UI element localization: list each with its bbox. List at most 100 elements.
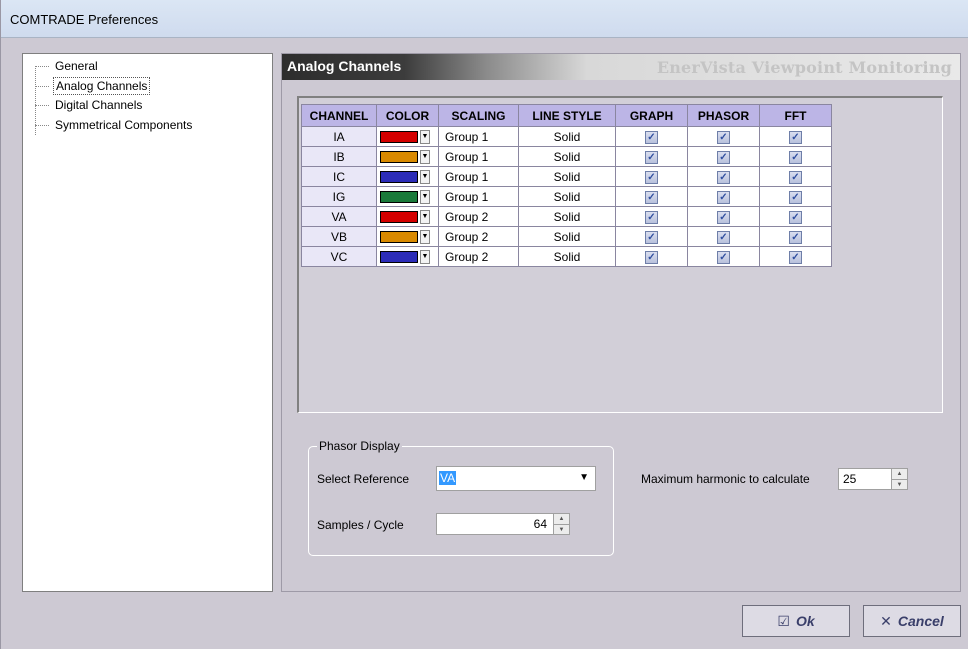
fft-cell: ✓	[759, 146, 832, 167]
chevron-down-icon[interactable]: ▼	[420, 129, 430, 144]
cancel-button[interactable]: ✕ Cancel	[863, 605, 961, 637]
table-row[interactable]: VB ▼ Group 2 Solid ✓ ✓ ✓	[301, 226, 832, 247]
phasor-checkbox[interactable]: ✓	[717, 210, 730, 224]
color-swatch[interactable]	[380, 250, 418, 263]
color-cell[interactable]: ▼	[376, 186, 439, 207]
color-cell[interactable]: ▼	[376, 226, 439, 247]
spin-up-icon[interactable]: ▲	[554, 514, 569, 524]
col-header-fft[interactable]: FFT	[759, 104, 832, 127]
chevron-down-icon[interactable]: ▼	[420, 249, 430, 264]
max-harmonic-spin-buttons[interactable]: ▲ ▼	[891, 469, 907, 489]
line-style-cell[interactable]: Solid	[518, 246, 616, 267]
table-row[interactable]: VA ▼ Group 2 Solid ✓ ✓ ✓	[301, 206, 832, 227]
scaling-cell[interactable]: Group 1	[438, 186, 519, 207]
max-harmonic-stepper[interactable]: 25 ▲ ▼	[838, 468, 908, 490]
scaling-cell[interactable]: Group 2	[438, 226, 519, 247]
tree-item-symmetrical-components[interactable]: Symmetrical Components	[53, 117, 194, 135]
spin-down-icon[interactable]: ▼	[554, 524, 569, 534]
graph-checkbox[interactable]: ✓	[645, 150, 658, 164]
graph-checkbox[interactable]: ✓	[645, 210, 658, 224]
scaling-cell[interactable]: Group 2	[438, 206, 519, 227]
color-swatch[interactable]	[380, 170, 418, 183]
graph-checkbox[interactable]: ✓	[645, 190, 658, 204]
tree-item-analog-channels[interactable]: Analog Channels	[53, 77, 151, 95]
col-header-line-style[interactable]: LINE STYLE	[518, 104, 616, 127]
channel-cell: VB	[301, 226, 377, 247]
chevron-down-icon[interactable]: ▼	[420, 149, 430, 164]
tree-item-general[interactable]: General	[53, 58, 100, 76]
phasor-checkbox[interactable]: ✓	[717, 170, 730, 184]
phasor-checkbox[interactable]: ✓	[717, 130, 730, 144]
tree-connector	[35, 86, 49, 87]
fft-checkbox[interactable]: ✓	[789, 250, 802, 264]
spin-up-icon[interactable]: ▲	[892, 469, 907, 479]
graph-checkbox[interactable]: ✓	[645, 250, 658, 264]
select-reference-value: VA	[439, 471, 457, 485]
scaling-cell[interactable]: Group 1	[438, 146, 519, 167]
col-header-channel[interactable]: CHANNEL	[301, 104, 377, 127]
chevron-down-icon[interactable]: ▼	[420, 169, 430, 184]
chevron-down-icon[interactable]: ▼	[420, 209, 430, 224]
phasor-checkbox[interactable]: ✓	[717, 230, 730, 244]
chevron-down-icon[interactable]: ▼	[420, 189, 430, 204]
fft-checkbox[interactable]: ✓	[789, 190, 802, 204]
color-cell[interactable]: ▼	[376, 126, 439, 147]
line-style-cell[interactable]: Solid	[518, 206, 616, 227]
section-header: Analog Channels EnerVista Viewpoint Moni…	[282, 54, 960, 80]
chevron-down-icon[interactable]: ▼	[579, 472, 589, 483]
preferences-tree[interactable]: General Analog Channels Digital Channels…	[22, 53, 273, 592]
line-style-cell[interactable]: Solid	[518, 186, 616, 207]
scaling-cell[interactable]: Group 2	[438, 246, 519, 267]
phasor-cell: ✓	[687, 166, 760, 187]
col-header-graph[interactable]: GRAPH	[615, 104, 688, 127]
table-row[interactable]: IG ▼ Group 1 Solid ✓ ✓ ✓	[301, 186, 832, 207]
scaling-cell[interactable]: Group 1	[438, 126, 519, 147]
phasor-checkbox[interactable]: ✓	[717, 150, 730, 164]
samples-per-cycle-stepper[interactable]: 64 ▲ ▼	[436, 513, 570, 535]
fft-checkbox[interactable]: ✓	[789, 210, 802, 224]
samples-spin-buttons[interactable]: ▲ ▼	[553, 514, 569, 534]
title-bar[interactable]: COMTRADE Preferences	[1, 0, 968, 38]
fft-cell: ✓	[759, 226, 832, 247]
tree-item-digital-channels[interactable]: Digital Channels	[53, 97, 144, 115]
channel-grid-frame: CHANNEL COLOR SCALING LINE STYLE GRAPH P…	[297, 96, 943, 413]
col-header-scaling[interactable]: SCALING	[438, 104, 519, 127]
table-row[interactable]: IC ▼ Group 1 Solid ✓ ✓ ✓	[301, 166, 832, 187]
table-row[interactable]: VC ▼ Group 2 Solid ✓ ✓ ✓	[301, 246, 832, 267]
col-header-phasor[interactable]: PHASOR	[687, 104, 760, 127]
ok-button[interactable]: ☑ Ok	[742, 605, 850, 637]
graph-checkbox[interactable]: ✓	[645, 170, 658, 184]
graph-checkbox[interactable]: ✓	[645, 130, 658, 144]
spin-down-icon[interactable]: ▼	[892, 479, 907, 489]
color-swatch[interactable]	[380, 130, 418, 143]
line-style-cell[interactable]: Solid	[518, 126, 616, 147]
color-cell[interactable]: ▼	[376, 246, 439, 267]
color-swatch[interactable]	[380, 150, 418, 163]
color-cell[interactable]: ▼	[376, 146, 439, 167]
phasor-checkbox[interactable]: ✓	[717, 190, 730, 204]
table-row[interactable]: IA ▼ Group 1 Solid ✓ ✓ ✓	[301, 126, 832, 147]
line-style-cell[interactable]: Solid	[518, 146, 616, 167]
max-harmonic-label: Maximum harmonic to calculate	[641, 472, 810, 486]
line-style-cell[interactable]: Solid	[518, 166, 616, 187]
graph-checkbox[interactable]: ✓	[645, 230, 658, 244]
color-swatch[interactable]	[380, 190, 418, 203]
fft-cell: ✓	[759, 206, 832, 227]
table-row[interactable]: IB ▼ Group 1 Solid ✓ ✓ ✓	[301, 146, 832, 167]
fft-cell: ✓	[759, 246, 832, 267]
select-reference-dropdown[interactable]: VA ▼	[436, 466, 596, 491]
color-swatch[interactable]	[380, 210, 418, 223]
fft-checkbox[interactable]: ✓	[789, 230, 802, 244]
line-style-cell[interactable]: Solid	[518, 226, 616, 247]
fft-checkbox[interactable]: ✓	[789, 130, 802, 144]
channel-grid-body: IA ▼ Group 1 Solid ✓ ✓ ✓ IB ▼ Group 1 Solid ✓ ✓ ✓ IC ▼ G…	[301, 126, 832, 267]
color-cell[interactable]: ▼	[376, 166, 439, 187]
color-swatch[interactable]	[380, 230, 418, 243]
scaling-cell[interactable]: Group 1	[438, 166, 519, 187]
fft-checkbox[interactable]: ✓	[789, 170, 802, 184]
color-cell[interactable]: ▼	[376, 206, 439, 227]
chevron-down-icon[interactable]: ▼	[420, 229, 430, 244]
fft-checkbox[interactable]: ✓	[789, 150, 802, 164]
phasor-checkbox[interactable]: ✓	[717, 250, 730, 264]
col-header-color[interactable]: COLOR	[376, 104, 439, 127]
